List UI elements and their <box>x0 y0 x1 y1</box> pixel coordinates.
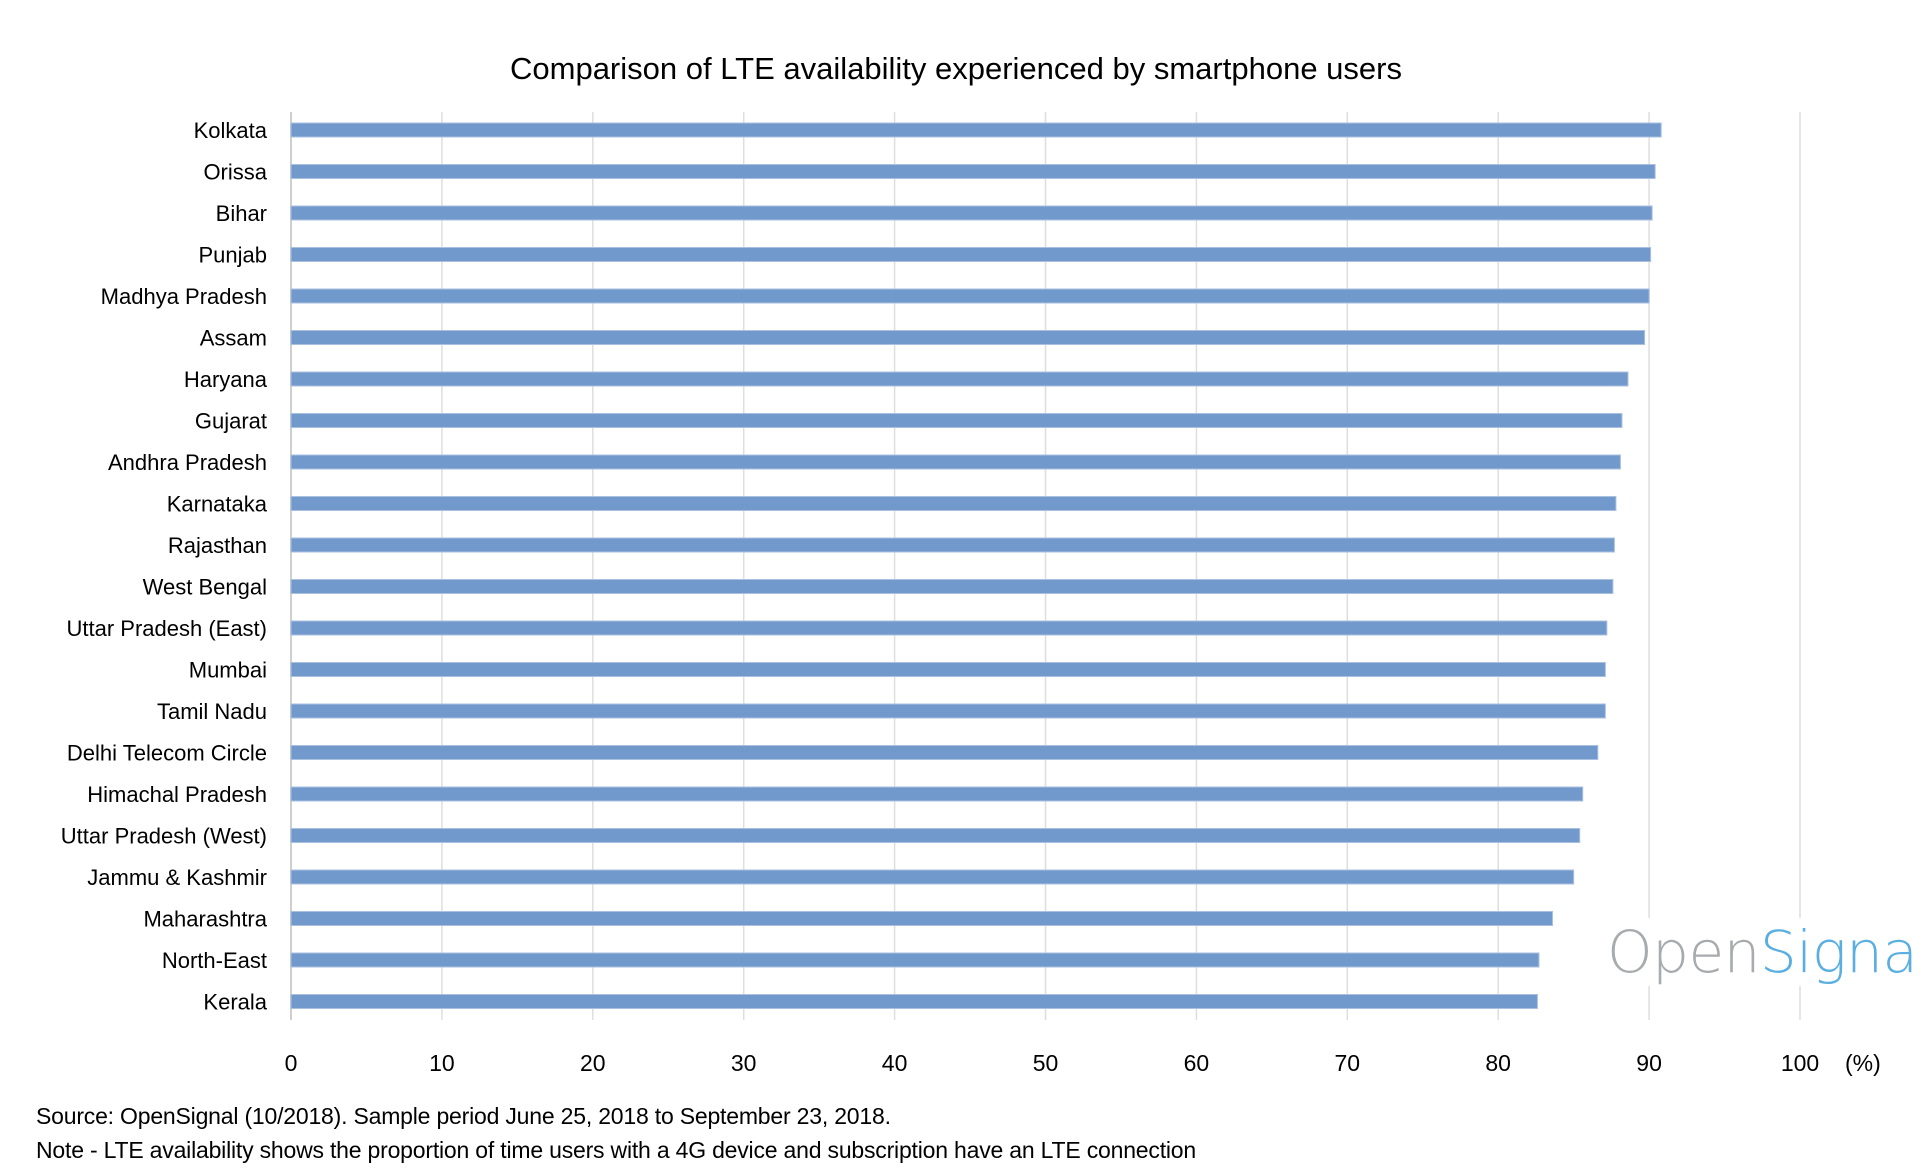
bar <box>290 371 1629 387</box>
category-label: Maharashtra <box>143 907 267 932</box>
x-tick-label: 50 <box>1033 1050 1059 1076</box>
bar <box>290 247 1652 262</box>
x-axis-unit-label: (%) <box>1845 1050 1881 1076</box>
x-tick-label: 100 <box>1781 1050 1819 1076</box>
x-tick-label: 70 <box>1335 1050 1361 1076</box>
source-note: Source: OpenSignal (10/2018). Sample per… <box>36 1103 891 1129</box>
category-label: Haryana <box>184 367 268 392</box>
bar <box>290 662 1606 677</box>
x-tick-label: 40 <box>882 1050 908 1076</box>
x-axis-ticks: 0 10 20 30 40 50 60 70 80 90 100 <box>285 1050 1820 1076</box>
methodology-note: Note - LTE availability shows the propor… <box>36 1137 1196 1163</box>
category-label: Jammu & Kashmir <box>87 865 267 890</box>
x-tick-label: 10 <box>429 1050 455 1076</box>
category-label: Gujarat <box>195 409 267 434</box>
bar <box>290 911 1554 926</box>
bar <box>290 994 1538 1009</box>
bar <box>290 288 1650 304</box>
x-tick-label: 0 <box>285 1050 298 1076</box>
x-tick-label: 80 <box>1485 1050 1511 1076</box>
category-label: Kolkata <box>194 118 268 143</box>
bar <box>290 537 1615 553</box>
bar <box>290 330 1646 345</box>
bar <box>290 164 1656 179</box>
bar <box>290 122 1662 138</box>
opensignal-logo: OpenSignal <box>1603 918 1922 986</box>
x-tick-label: 30 <box>731 1050 757 1076</box>
bar <box>290 703 1606 719</box>
bar <box>290 745 1599 760</box>
logo-open-text: Open <box>1607 918 1760 986</box>
category-label: Madhya Pradesh <box>101 284 267 309</box>
category-label: West Bengal <box>143 575 267 600</box>
bar <box>290 413 1623 428</box>
category-label: Rajasthan <box>168 533 267 558</box>
category-label: Punjab <box>198 243 267 268</box>
chart-title: Comparison of LTE availability experienc… <box>510 51 1402 86</box>
bar <box>290 786 1584 802</box>
category-label: Mumbai <box>189 658 267 683</box>
category-label: Uttar Pradesh (East) <box>66 616 267 641</box>
bar <box>290 869 1575 885</box>
bar <box>290 496 1617 511</box>
category-label: North-East <box>162 948 267 973</box>
category-label: Karnataka <box>167 492 268 517</box>
bar <box>290 828 1581 843</box>
bar <box>290 454 1621 470</box>
category-label: Delhi Telecom Circle <box>67 741 267 766</box>
category-label: Uttar Pradesh (West) <box>61 824 267 849</box>
category-label: Assam <box>200 326 267 351</box>
category-label: Kerala <box>203 990 267 1015</box>
x-tick-label: 20 <box>580 1050 606 1076</box>
bars <box>290 122 1662 1009</box>
bar <box>290 205 1653 221</box>
logo-signal-text: Signal <box>1759 918 1922 986</box>
bar <box>290 952 1540 968</box>
category-label: Tamil Nadu <box>157 699 267 724</box>
bar-chart: Comparison of LTE availability experienc… <box>61 51 1881 1076</box>
category-label: Andhra Pradesh <box>108 450 267 475</box>
bar <box>290 620 1608 636</box>
bar <box>290 579 1614 594</box>
x-tick-label: 90 <box>1636 1050 1662 1076</box>
category-label: Orissa <box>203 160 267 185</box>
category-labels: Kolkata Orissa Bihar Punjab Madhya Pradesh As… <box>61 118 268 1015</box>
x-tick-label: 60 <box>1184 1050 1210 1076</box>
category-label: Bihar <box>216 201 267 226</box>
category-label: Himachal Pradesh <box>87 782 267 807</box>
